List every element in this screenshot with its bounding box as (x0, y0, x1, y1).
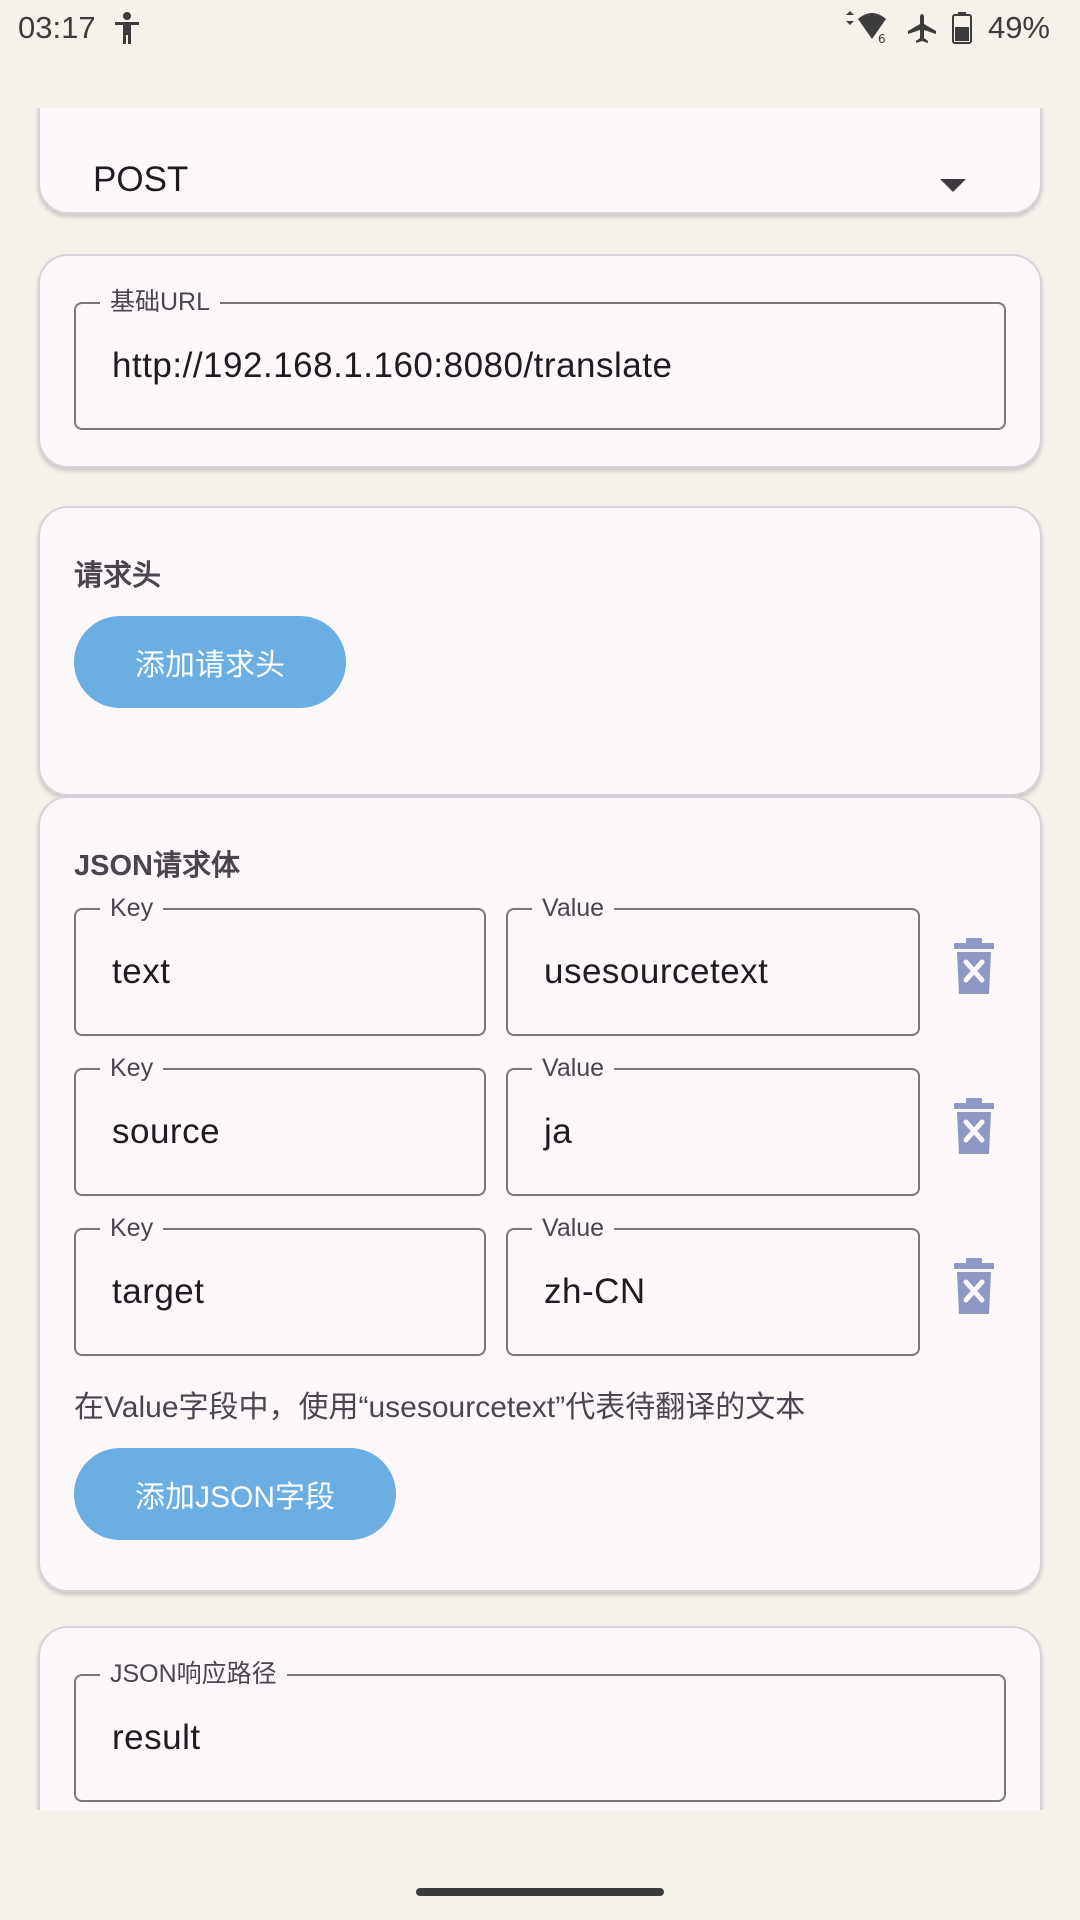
key-value: source (112, 1112, 221, 1151)
delete-icon[interactable] (954, 1258, 994, 1314)
json-key-field[interactable]: Key source (74, 1053, 486, 1196)
method-card: POST (38, 108, 1042, 214)
add-json-field-button[interactable]: 添加JSON字段 (74, 1448, 396, 1540)
response-path-label: JSON响应路径 (100, 1659, 287, 1689)
svg-text:6: 6 (878, 32, 886, 45)
base-url-card: 基础URL http://192.168.1.160:8080/translat… (38, 254, 1042, 468)
battery-icon (951, 12, 972, 44)
json-key-field[interactable]: Key text (74, 893, 486, 1036)
key-value: target (112, 1272, 205, 1311)
json-value-field[interactable]: Value zh-CN (506, 1213, 920, 1356)
response-path-value: result (112, 1718, 201, 1757)
status-icons: 6 49% (842, 10, 1050, 46)
key-label: Key (100, 893, 164, 923)
value-label: Value (532, 1053, 615, 1083)
json-value-field[interactable]: Value ja (506, 1053, 920, 1196)
value-value: zh-CN (544, 1272, 646, 1311)
json-body-card: JSON请求体 Key text Value usesourcetext Key… (38, 796, 1042, 1592)
delete-icon[interactable] (954, 1098, 994, 1154)
json-field-row: Key target Value zh-CN (74, 1213, 1014, 1356)
value-label: Value (532, 1213, 615, 1243)
status-time: 03:17 (18, 10, 96, 45)
response-path-field[interactable]: JSON响应路径 result (74, 1659, 1006, 1802)
key-label: Key (100, 1053, 164, 1083)
home-indicator[interactable] (416, 1888, 664, 1896)
json-key-field[interactable]: Key target (74, 1213, 486, 1356)
response-path-card: JSON响应路径 result (38, 1626, 1042, 1810)
value-value: ja (544, 1112, 573, 1151)
headers-title: 请求头 (74, 560, 162, 592)
json-body-title: JSON请求体 (74, 850, 240, 882)
key-label: Key (100, 1213, 164, 1243)
base-url-label: 基础URL (100, 287, 221, 317)
settings-scroll-area[interactable]: POST 基础URL http://192.168.1.160:8080/tra… (0, 108, 1080, 1810)
airplane-icon (907, 14, 936, 43)
accessibility-icon (115, 12, 139, 44)
json-field-row: Key text Value usesourcetext (74, 893, 1014, 1036)
add-header-button[interactable]: 添加请求头 (74, 616, 346, 708)
method-dropdown[interactable]: POST (40, 110, 1040, 214)
method-value: POST (93, 160, 189, 199)
json-body-hint: 在Value字段中，使用“usesourcetext”代表待翻译的文本 (74, 1391, 806, 1424)
wifi-icon: 6 (845, 11, 886, 45)
base-url-value: http://192.168.1.160:8080/translate (112, 346, 673, 385)
value-label: Value (532, 893, 615, 923)
delete-icon[interactable] (954, 938, 994, 994)
status-bar: 03:17 6 49% (0, 0, 1080, 56)
json-field-row: Key source Value ja (74, 1053, 1014, 1196)
headers-card: 请求头 添加请求头 (38, 506, 1042, 796)
dropdown-arrow-icon (940, 179, 966, 192)
value-value: usesourcetext (544, 952, 769, 991)
battery-percent: 49% (987, 10, 1050, 45)
key-value: text (112, 952, 171, 991)
json-value-field[interactable]: Value usesourcetext (506, 893, 920, 1036)
base-url-field[interactable]: 基础URL http://192.168.1.160:8080/translat… (74, 287, 1006, 430)
